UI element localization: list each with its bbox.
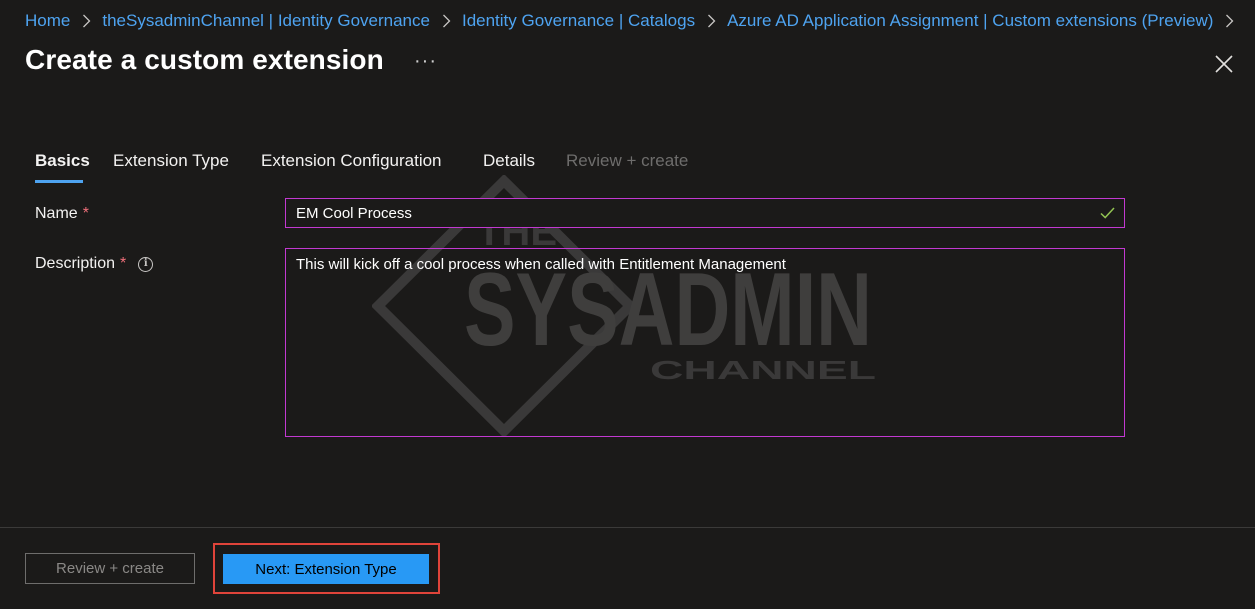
chevron-right-icon	[1225, 14, 1234, 28]
page-title: Create a custom extension	[25, 44, 384, 75]
description-textarea[interactable]: This will kick off a cool process when c…	[285, 248, 1125, 437]
review-create-button: Review + create	[25, 553, 195, 584]
chevron-right-icon	[82, 14, 91, 28]
tab-extension-configuration[interactable]: Extension Configuration	[261, 151, 442, 171]
info-icon[interactable]: i	[138, 256, 154, 272]
name-label: Name *	[35, 205, 89, 223]
description-label: Description * i	[35, 255, 154, 273]
tab-details[interactable]: Details	[483, 151, 535, 171]
footer-divider	[0, 527, 1255, 528]
close-icon[interactable]	[1213, 53, 1235, 75]
breadcrumb-identity-governance[interactable]: theSysadminChannel | Identity Governance	[102, 11, 430, 31]
tab-basics[interactable]: Basics	[35, 151, 90, 171]
more-options-icon[interactable]: ···	[414, 50, 437, 73]
tab-extension-type[interactable]: Extension Type	[113, 151, 229, 171]
checkmark-icon	[1100, 207, 1115, 219]
description-label-text: Description	[35, 255, 116, 272]
chevron-right-icon	[707, 14, 716, 28]
breadcrumb-custom-extensions[interactable]: Azure AD Application Assignment | Custom…	[727, 11, 1213, 31]
active-tab-indicator	[35, 180, 83, 183]
required-asterisk: *	[120, 255, 127, 272]
required-asterisk: *	[82, 205, 89, 222]
tab-review-create: Review + create	[566, 151, 689, 170]
next-extension-type-button[interactable]: Next: Extension Type	[223, 554, 429, 584]
description-value: This will kick off a cool process when c…	[296, 256, 786, 273]
breadcrumb: Home theSysadminChannel | Identity Gover…	[25, 9, 1245, 33]
breadcrumb-catalogs[interactable]: Identity Governance | Catalogs	[462, 11, 695, 31]
name-input[interactable]: EM Cool Process	[285, 198, 1125, 228]
name-label-text: Name	[35, 205, 78, 222]
breadcrumb-home[interactable]: Home	[25, 11, 70, 31]
chevron-right-icon	[442, 14, 451, 28]
name-input-value: EM Cool Process	[296, 204, 412, 222]
